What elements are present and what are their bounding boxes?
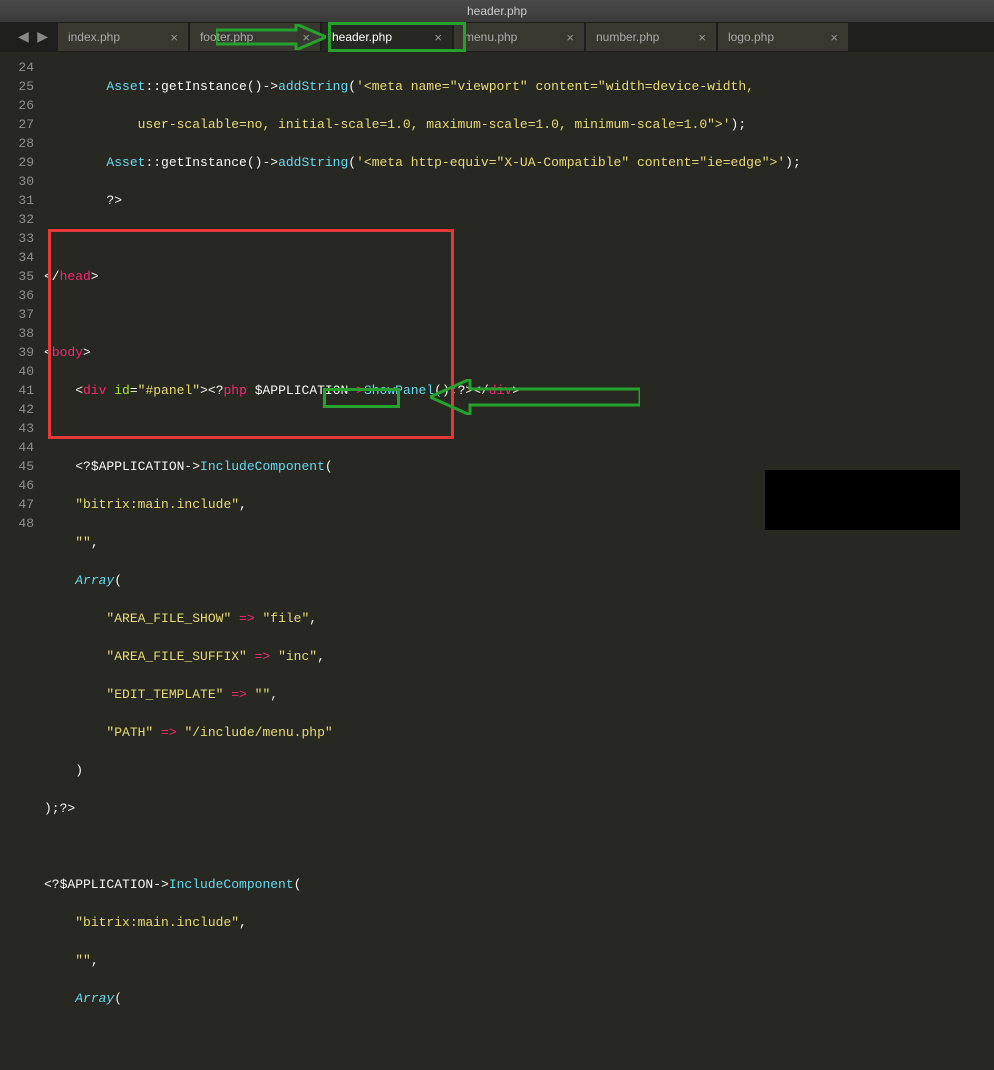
arrow-right-icon: [216, 24, 326, 50]
close-icon[interactable]: ×: [830, 30, 838, 45]
tab-bar: ◀ ▶ index.php× footer.php× header.php× m…: [0, 22, 994, 52]
line-number-gutter: 2425 262728 293031 323334 353637 383940 …: [0, 52, 44, 535]
close-icon[interactable]: ×: [434, 30, 442, 45]
window-title: header.php: [467, 4, 527, 18]
editor: 2425 262728 293031 323334 353637 383940 …: [0, 52, 994, 535]
nav-back-icon[interactable]: ◀ ▶: [8, 29, 58, 46]
close-icon[interactable]: ×: [170, 30, 178, 45]
black-overlay: [765, 470, 960, 530]
window-title-bar: header.php: [0, 0, 994, 22]
tab-logo[interactable]: logo.php×: [718, 23, 848, 51]
close-icon[interactable]: ×: [698, 30, 706, 45]
highlight-box-red: [48, 229, 454, 439]
close-icon[interactable]: ×: [566, 30, 574, 45]
tab-number[interactable]: number.php×: [586, 23, 716, 51]
tab-index[interactable]: index.php×: [58, 23, 188, 51]
tab-menu[interactable]: menu.php×: [454, 23, 584, 51]
tab-header[interactable]: header.php×: [322, 23, 452, 51]
arrow-left-icon: [430, 379, 640, 415]
code-area[interactable]: Asset::getInstance()->addString('<meta n…: [44, 52, 994, 535]
